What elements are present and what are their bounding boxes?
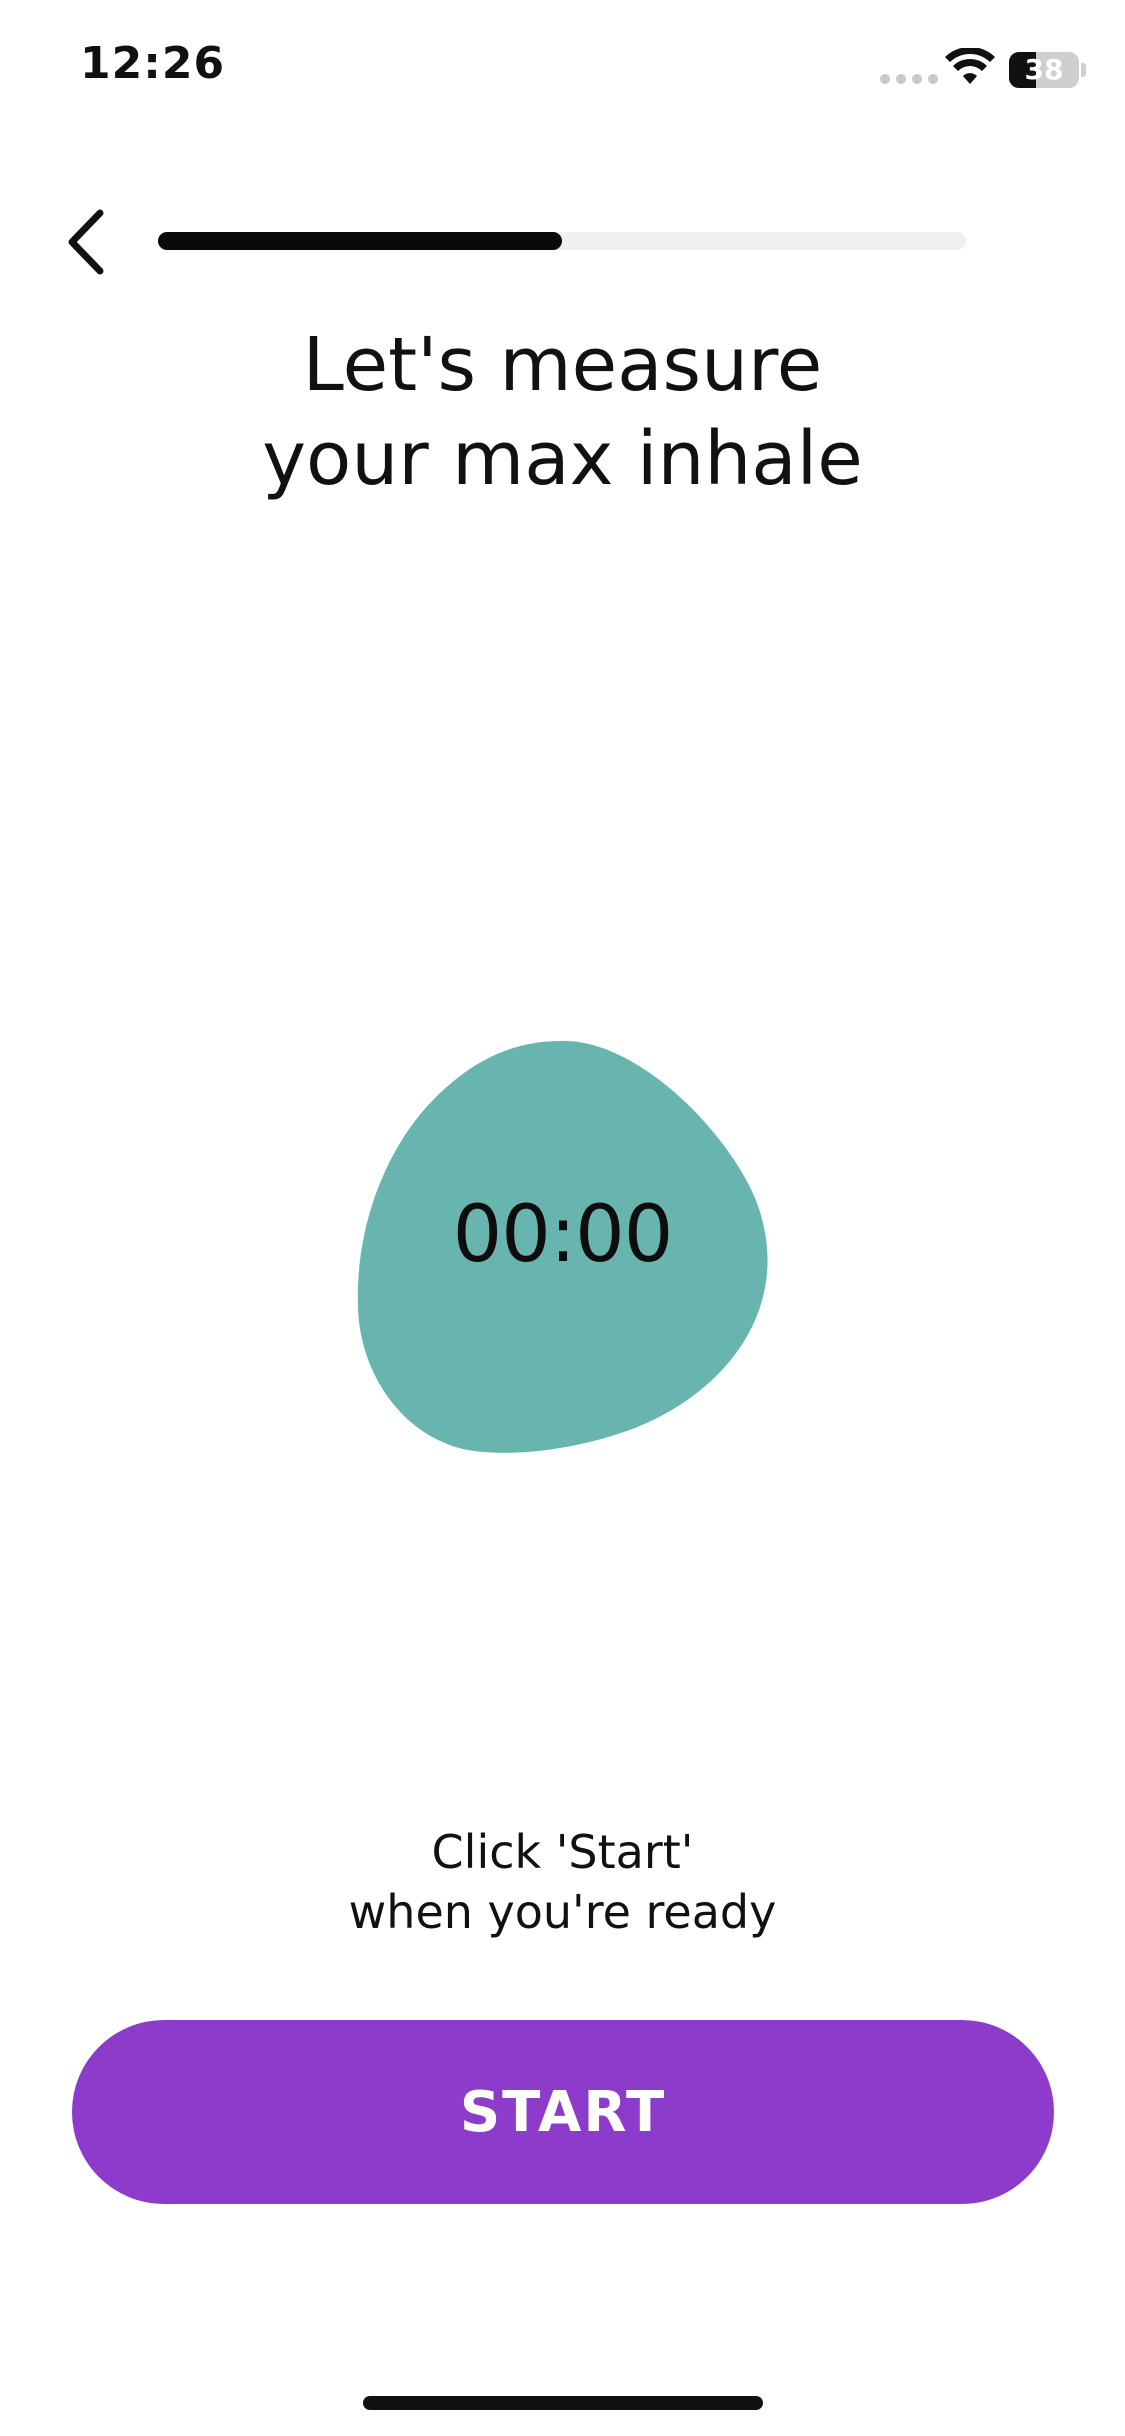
wifi-icon	[945, 48, 995, 84]
timer-display: 00:00	[452, 1190, 674, 1280]
progress-fill	[158, 232, 562, 250]
instruction-line-2: when you're ready	[348, 1885, 777, 1939]
page-title: Let's measure your max inhale	[0, 318, 1125, 506]
status-time: 12:26	[80, 38, 226, 89]
start-button[interactable]: START	[72, 2020, 1054, 2204]
battery-level: 38	[1024, 53, 1064, 86]
progress-bar	[158, 232, 966, 250]
instruction-line-1: Click 'Start'	[431, 1825, 694, 1879]
back-button[interactable]	[60, 205, 120, 280]
status-bar: 12:26 38	[0, 0, 1125, 140]
page-title-line-2: your max inhale	[262, 416, 863, 502]
battery-nub	[1081, 63, 1086, 77]
home-indicator	[363, 2396, 763, 2410]
instruction-text: Click 'Start' when you're ready	[0, 1822, 1125, 1942]
chevron-left-icon	[68, 209, 104, 275]
signal-icon	[880, 74, 938, 84]
page-title-line-1: Let's measure	[302, 322, 823, 408]
battery-icon: 38	[1009, 52, 1079, 88]
